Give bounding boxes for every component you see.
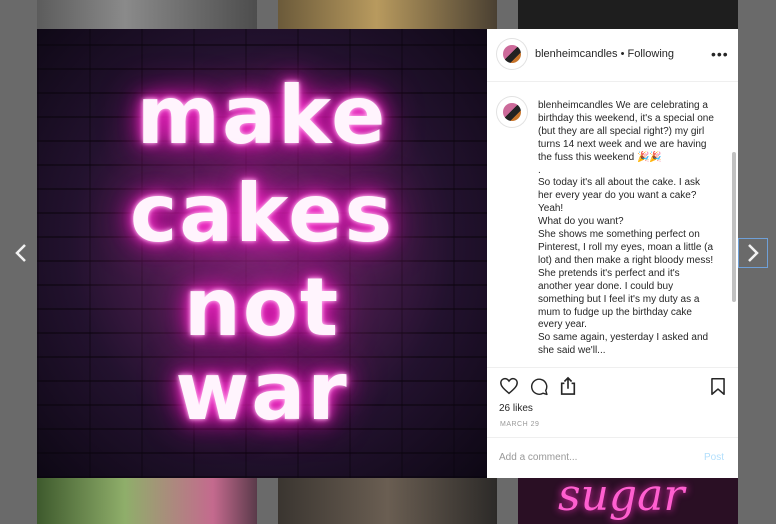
comments-scroll-area[interactable]: blenheimcandles We are celebrating a bir… xyxy=(487,82,738,367)
caption-username-link[interactable]: blenheimcandles xyxy=(538,100,613,111)
caption-paragraph: So same again, yesterday I asked and she… xyxy=(538,332,709,357)
username-link[interactable]: blenheimcandles xyxy=(535,48,618,60)
background-post-tile[interactable] xyxy=(278,478,497,524)
caption-paragraph: What do you want? xyxy=(538,216,624,228)
post-date: MARCH 29 xyxy=(500,421,540,428)
caption-paragraph: So today it's all about the cake. I ask … xyxy=(538,177,701,215)
likes-count[interactable]: 26 likes xyxy=(499,403,533,414)
scrollbar-thumb[interactable] xyxy=(732,152,736,302)
tile-neon-text: sugar xyxy=(558,478,685,521)
more-options-icon[interactable]: ••• xyxy=(711,46,729,62)
comment-input[interactable] xyxy=(499,452,679,463)
background-post-tile[interactable] xyxy=(37,0,257,29)
post-side-panel: blenheimcandles • Following ••• blenheim… xyxy=(487,29,738,478)
caption-paragraph: She shows me something perfect on Pinter… xyxy=(538,229,714,331)
header-user-line: blenheimcandles • Following xyxy=(535,48,674,60)
next-post-button[interactable] xyxy=(738,238,768,268)
post-image[interactable]: make cakes not war xyxy=(37,29,487,478)
neon-text-line: not xyxy=(183,261,341,354)
caption-paragraph: . xyxy=(538,164,541,176)
post-actions: 26 likes MARCH 29 xyxy=(487,367,738,438)
comment-icon[interactable] xyxy=(529,377,549,396)
chevron-left-icon xyxy=(15,244,26,262)
chevron-right-icon xyxy=(748,244,759,262)
background-post-tile[interactable] xyxy=(518,0,738,29)
separator-dot: • xyxy=(617,48,628,60)
background-post-tile[interactable] xyxy=(37,478,257,524)
background-post-tile[interactable] xyxy=(278,0,497,29)
follow-status-button[interactable]: Following xyxy=(628,48,674,60)
neon-text-line: war xyxy=(175,345,349,438)
previous-post-button[interactable] xyxy=(6,238,36,268)
post-header: blenheimcandles • Following ••• xyxy=(487,29,738,82)
bookmark-icon[interactable] xyxy=(710,377,726,396)
heart-icon[interactable] xyxy=(499,377,519,395)
post-comment-button[interactable]: Post xyxy=(704,452,724,463)
avatar[interactable] xyxy=(499,41,525,67)
post-caption: blenheimcandles We are celebrating a bir… xyxy=(538,100,716,358)
neon-text-line: cakes xyxy=(129,167,395,260)
background-post-tile[interactable]: sugar xyxy=(518,478,738,524)
share-icon[interactable] xyxy=(559,376,577,396)
neon-text-line: make xyxy=(136,69,388,162)
avatar[interactable] xyxy=(499,99,525,125)
comment-form: Post xyxy=(487,437,738,479)
